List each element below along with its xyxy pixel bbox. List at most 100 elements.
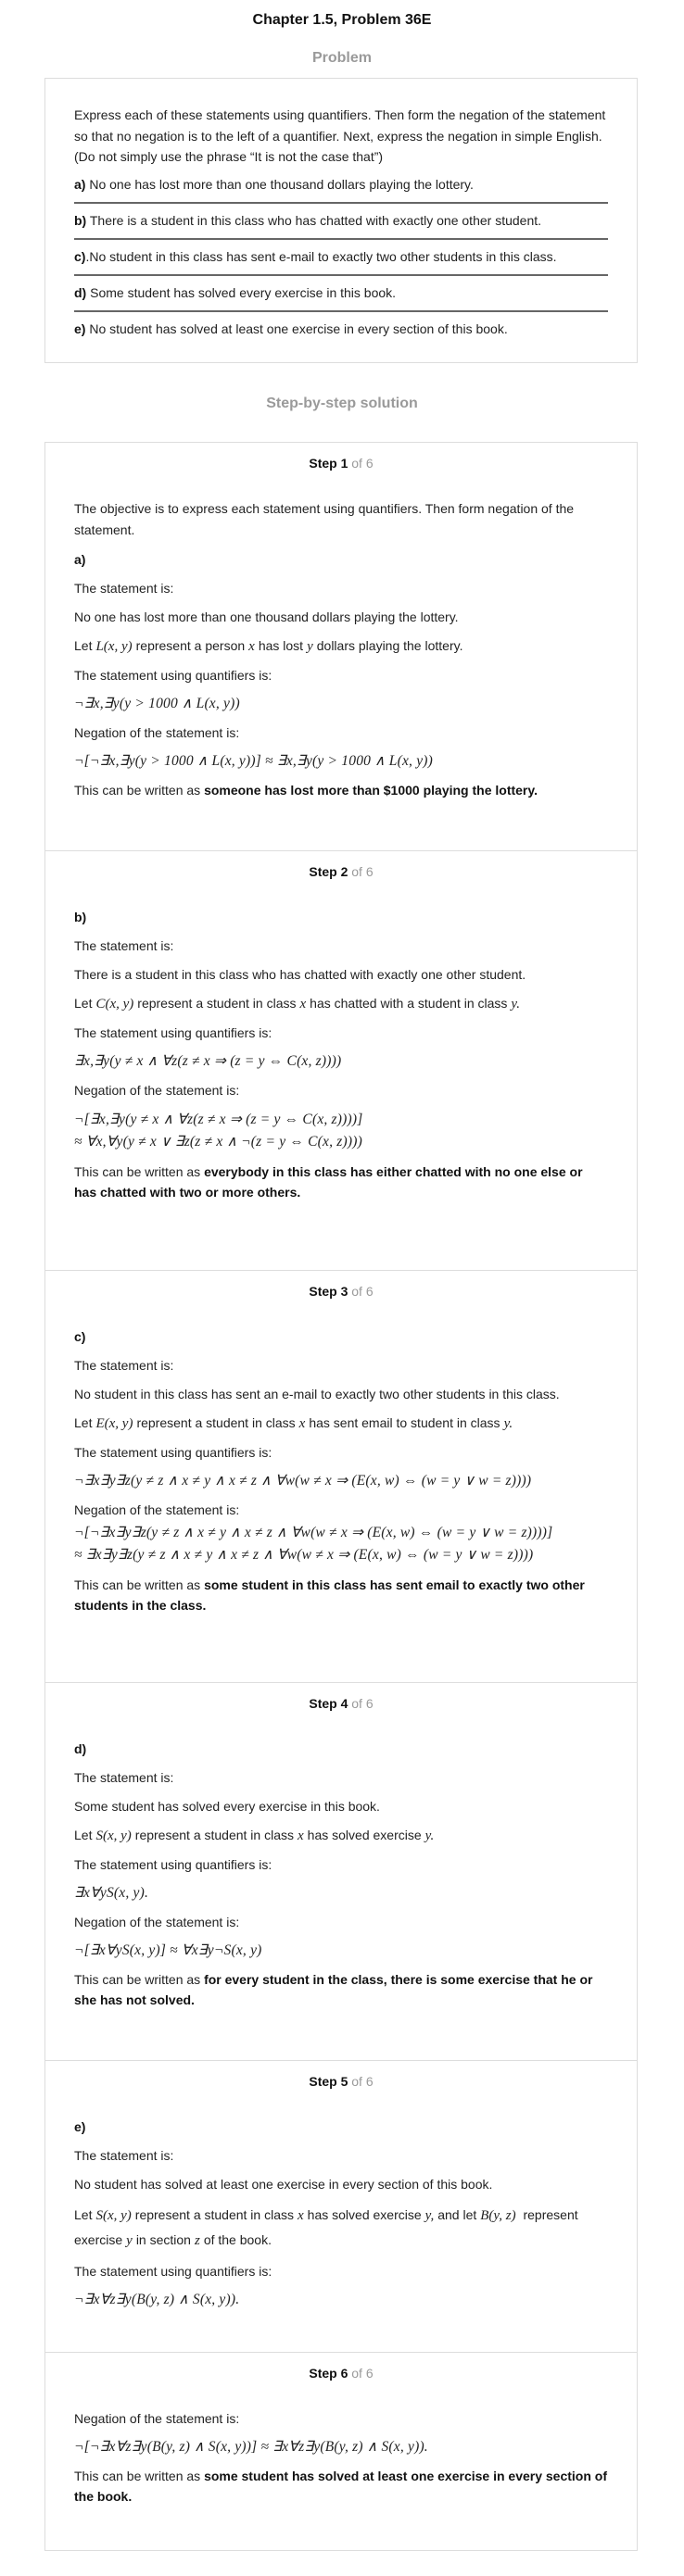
math: x: [298, 2208, 304, 2223]
text: Let: [74, 2207, 93, 2222]
solution-card: Step 1 of 6 The objective is to express …: [44, 442, 638, 2551]
problem-item: c).No student in this class has sent e-m…: [74, 240, 608, 276]
item-label: b): [74, 212, 87, 228]
step-6: Step 6 of 6 Negation of the statement is…: [45, 2352, 637, 2550]
math: y: [307, 639, 313, 654]
text: represent a student in class: [134, 2207, 294, 2222]
step-label: Step 4 of 6: [74, 1694, 608, 1713]
negation-formula: ¬[¬∃x,∃y(y > 1000 ∧ L(x, y))] ≈ ∃x,∃y(y …: [74, 753, 434, 769]
text: represent a person: [135, 638, 246, 653]
statement-label: The statement is:: [74, 581, 174, 596]
step-label: Step 6 of 6: [74, 2364, 608, 2382]
statement-label: The statement is:: [74, 1358, 174, 1373]
text: This can be written as: [74, 783, 205, 798]
step-total: of 6: [351, 1284, 374, 1299]
step-3: Step 3 of 6 c) The statement is: No stud…: [45, 1270, 637, 1682]
step-number: Step 1: [309, 456, 348, 471]
step-total: of 6: [351, 864, 374, 879]
text: represent a student in class: [137, 996, 297, 1011]
text: This can be written as: [74, 2469, 205, 2483]
statement-text: Some student has solved every exercise i…: [74, 1799, 380, 1814]
conclusion-bold: someone has lost more than $1000 playing…: [204, 783, 538, 798]
quantified-formula: ¬∃x∀z∃y(B(y, z) ∧ S(x, y)).: [74, 2292, 240, 2307]
quantifier-label: The statement using quantifiers is:: [74, 1025, 272, 1040]
item-label: d): [74, 284, 87, 300]
statement-label: The statement is:: [74, 2148, 174, 2163]
text: represent a student in class: [136, 1415, 296, 1430]
let-definition: Let S(x, y) represent a student in class x h…: [74, 1825, 608, 1846]
part-label: c): [74, 1329, 86, 1344]
math: x: [248, 639, 255, 654]
conclusion: This can be written as someone has lost …: [74, 780, 608, 800]
problem-item: e) No student has solved at least one ex…: [74, 312, 608, 346]
math: L(x, y): [95, 639, 133, 654]
item-text: No one has lost more than one thousand d…: [85, 176, 474, 192]
quantifier-label: The statement using quantifiers is:: [74, 2264, 272, 2279]
step-intro: The objective is to express each stateme…: [74, 501, 575, 537]
statement-text: No student in this class has sent an e-m…: [74, 1387, 560, 1401]
text: This can be written as: [74, 1164, 205, 1179]
math: S(x, y): [95, 1828, 132, 1843]
item-label: a): [74, 176, 86, 192]
text: Let: [74, 1828, 93, 1842]
step-label: Step 2 of 6: [74, 862, 608, 881]
item-label: e): [74, 320, 86, 336]
quantified-formula: ¬∃x,∃y(y > 1000 ∧ L(x, y)): [74, 696, 240, 711]
text: and let: [437, 2207, 477, 2222]
item-text: There is a student in this class who has…: [86, 212, 542, 228]
math: B(y, z): [480, 2208, 516, 2223]
step-total: of 6: [351, 456, 374, 471]
step-total: of 6: [351, 2366, 374, 2381]
let-definition: Let L(x, y) represent a person x has lost y do…: [74, 635, 608, 657]
text: This can be written as: [74, 1972, 205, 1987]
math: y,: [424, 2208, 435, 2223]
text: Let: [74, 1415, 93, 1430]
step-4: Step 4 of 6 d) The statement is: Some st…: [45, 1682, 637, 2060]
page-title: Chapter 1.5, Problem 36E: [252, 12, 432, 28]
quantifier-label: The statement using quantifiers is:: [74, 668, 272, 683]
item-label: c): [74, 248, 86, 264]
let-definition: Let E(x, y) represent a student in class x h…: [74, 1413, 608, 1434]
text: has sent email to student in class: [309, 1415, 500, 1430]
math: x: [299, 997, 307, 1012]
math: x: [298, 1416, 306, 1431]
conclusion: This can be written as for every student…: [74, 1969, 608, 2010]
conclusion: This can be written as everybody in this…: [74, 1162, 608, 1202]
problem-intro: Express each of these statements using q…: [74, 107, 606, 164]
formula-line: ≈ ∃x∃y∃z(y ≠ z ∧ x ≠ y ∧ x ≠ z ∧ ∀w(w ≠ …: [74, 1547, 534, 1563]
step-number: Step 4: [309, 1696, 348, 1711]
text: has lost: [258, 638, 304, 653]
text: dollars playing the lottery.: [316, 638, 463, 653]
statement-text: There is a student in this class who has…: [74, 967, 526, 982]
text: in section: [135, 2232, 191, 2247]
problem-heading: Problem: [311, 50, 372, 66]
negation-formula: ¬[¬∃x∃y∃z(y ≠ z ∧ x ≠ y ∧ x ≠ z ∧ ∀w(w ≠…: [74, 1522, 608, 1566]
quantified-formula: ∃x,∃y(y ≠ x ∧ ∀z(z ≠ x ⇒ (z = y ⇔ C(x, z…: [74, 1053, 342, 1069]
conclusion: This can be written as some student in t…: [74, 1575, 608, 1615]
item-text: No student has solved at least one exerc…: [85, 320, 508, 336]
step-number: Step 3: [309, 1284, 348, 1299]
step-5: Step 5 of 6 e) The statement is: No stud…: [45, 2060, 637, 2352]
quantified-formula: ¬∃x∃y∃z(y ≠ z ∧ x ≠ y ∧ x ≠ z ∧ ∀w(w ≠ x…: [74, 1473, 532, 1489]
step-total: of 6: [351, 2074, 374, 2089]
text: This can be written as: [74, 1577, 205, 1592]
part-label: e): [74, 2119, 86, 2134]
negation-formula: ¬[∃x,∃y(y ≠ x ∧ ∀z(z ≠ x ⇒ (z = y ⇔ C(x,…: [74, 1109, 608, 1153]
negation-label: Negation of the statement is:: [74, 1083, 240, 1098]
step-number: Step 6: [309, 2366, 348, 2381]
math: y.: [424, 1828, 435, 1843]
negation-formula: ¬[∃x∀yS(x, y)] ≈ ∀x∃y¬S(x, y): [74, 1942, 262, 1958]
negation-label: Negation of the statement is:: [74, 2411, 240, 2426]
part-label: d): [74, 1741, 87, 1756]
statement-text: No student has solved at least one exerc…: [74, 2177, 493, 2192]
negation-label: Negation of the statement is:: [74, 725, 240, 740]
statement-label: The statement is:: [74, 1770, 174, 1785]
step-number: Step 2: [309, 864, 348, 879]
step-label: Step 5 of 6: [74, 2072, 608, 2091]
text: Let: [74, 638, 93, 653]
quantified-formula: ∃x∀yS(x, y).: [74, 1885, 149, 1901]
let-definition: Let C(x, y) represent a student in class x h…: [74, 993, 608, 1014]
math: y: [126, 2233, 133, 2248]
text: has chatted with a student in class: [310, 996, 508, 1011]
part-label: b): [74, 910, 87, 924]
